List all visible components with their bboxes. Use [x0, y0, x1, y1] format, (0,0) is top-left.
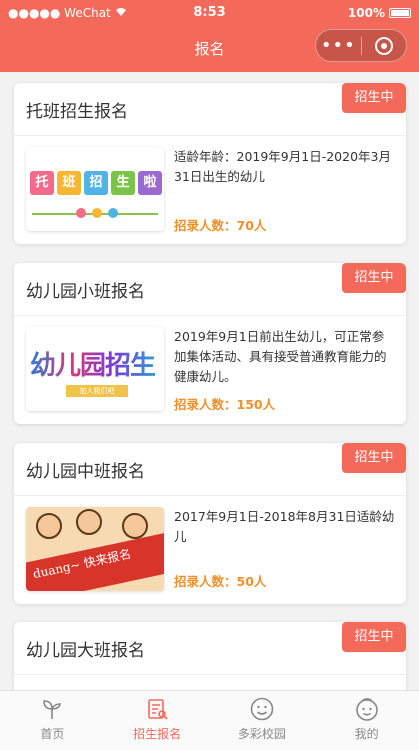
bottom-tab-bar: 首页 招生报名 多彩校园 我的 [0, 690, 419, 750]
enroll-count: 招录人数：150人 [174, 397, 276, 412]
card-thumbnail: 幼儿园招生 加入我们吧 [26, 327, 164, 411]
flower-icon [92, 208, 102, 218]
tab-label: 招生报名 [133, 727, 182, 741]
card-thumbnail: 托 班 招 生 啦 [26, 147, 164, 231]
enroll-card-small-class[interactable]: 幼儿园小班报名 招生中 幼儿园招生 加入我们吧 2019年9月1日前出生幼儿，可… [14, 263, 406, 424]
card-title: 托班招生报名 [26, 102, 128, 122]
close-miniprogram-button[interactable] [361, 36, 406, 55]
profile-face-icon [314, 695, 419, 723]
thumb-char: 生 [111, 171, 135, 195]
card-description: 适龄年龄：2019年9月1日-2020年3月31日出生的幼儿 [174, 149, 391, 184]
status-badge: 招生中 [342, 263, 406, 293]
more-button[interactable]: ••• [316, 36, 361, 55]
thumb-char: 托 [30, 171, 54, 195]
card-title: 幼儿园小班报名 [26, 282, 145, 302]
thumb-char: 班 [57, 171, 81, 195]
card-divider [14, 495, 406, 496]
tab-enroll[interactable]: 招生报名 [105, 691, 210, 750]
enroll-count: 招录人数：50人 [174, 574, 267, 589]
enroll-count: 招录人数：70人 [174, 218, 267, 233]
kid-face-icon [122, 513, 148, 539]
thumb-char: 啦 [138, 171, 162, 195]
top-bar: ●●●●● WeChat 8:53 100% 报名 ••• [0, 0, 419, 72]
thumb-char: 招 [84, 171, 108, 195]
kid-face-icon [36, 513, 62, 539]
miniprogram-capsule: ••• [315, 29, 407, 62]
target-icon [374, 36, 393, 55]
card-title: 幼儿园中班报名 [26, 462, 145, 482]
status-badge: 招生中 [342, 443, 406, 473]
tab-label: 首页 [40, 727, 65, 741]
thumb-headline: 幼儿园招生 [30, 345, 156, 382]
tab-campus[interactable]: 多彩校园 [210, 691, 315, 750]
enroll-card-toddler[interactable]: 托班招生报名 招生中 托 班 招 生 啦 适龄年龄：2019年9月1日-2020… [14, 83, 406, 244]
card-thumbnail: duang~ 快来报名 [26, 507, 164, 591]
sprout-icon [0, 695, 105, 723]
flower-icon [108, 208, 118, 218]
card-title: 幼儿园大班报名 [26, 641, 145, 661]
status-bar: ●●●●● WeChat 8:53 100% [0, 0, 419, 26]
battery-icon [389, 8, 411, 18]
tab-label: 多彩校园 [237, 727, 286, 741]
card-divider [14, 135, 406, 136]
tab-home[interactable]: 首页 [0, 691, 105, 750]
battery-label: 100% [347, 6, 385, 20]
tab-label: 我的 [354, 727, 379, 741]
smile-face-icon [210, 695, 315, 723]
card-divider [14, 674, 406, 675]
form-icon [105, 695, 210, 723]
thumb-ribbon: 加入我们吧 [66, 385, 128, 397]
card-description: 2019年9月1日前出生幼儿，可正常参加集体活动、具有接受普通教育能力的健康幼儿… [174, 329, 387, 384]
status-badge: 招生中 [342, 622, 406, 652]
tab-mine[interactable]: 我的 [314, 691, 419, 750]
card-description: 2017年9月1日-2018年8月31日适龄幼儿 [174, 509, 395, 544]
enroll-card-middle-class[interactable]: 幼儿园中班报名 招生中 duang~ 快来报名 2017年9月1日-2018年8… [14, 443, 406, 604]
kid-face-icon [76, 509, 102, 535]
battery-status: 100% [348, 6, 411, 20]
flower-icon [76, 208, 86, 218]
card-divider [14, 315, 406, 316]
thumb-headline-text: 幼儿园招生 [30, 351, 156, 381]
status-badge: 招生中 [342, 83, 406, 113]
